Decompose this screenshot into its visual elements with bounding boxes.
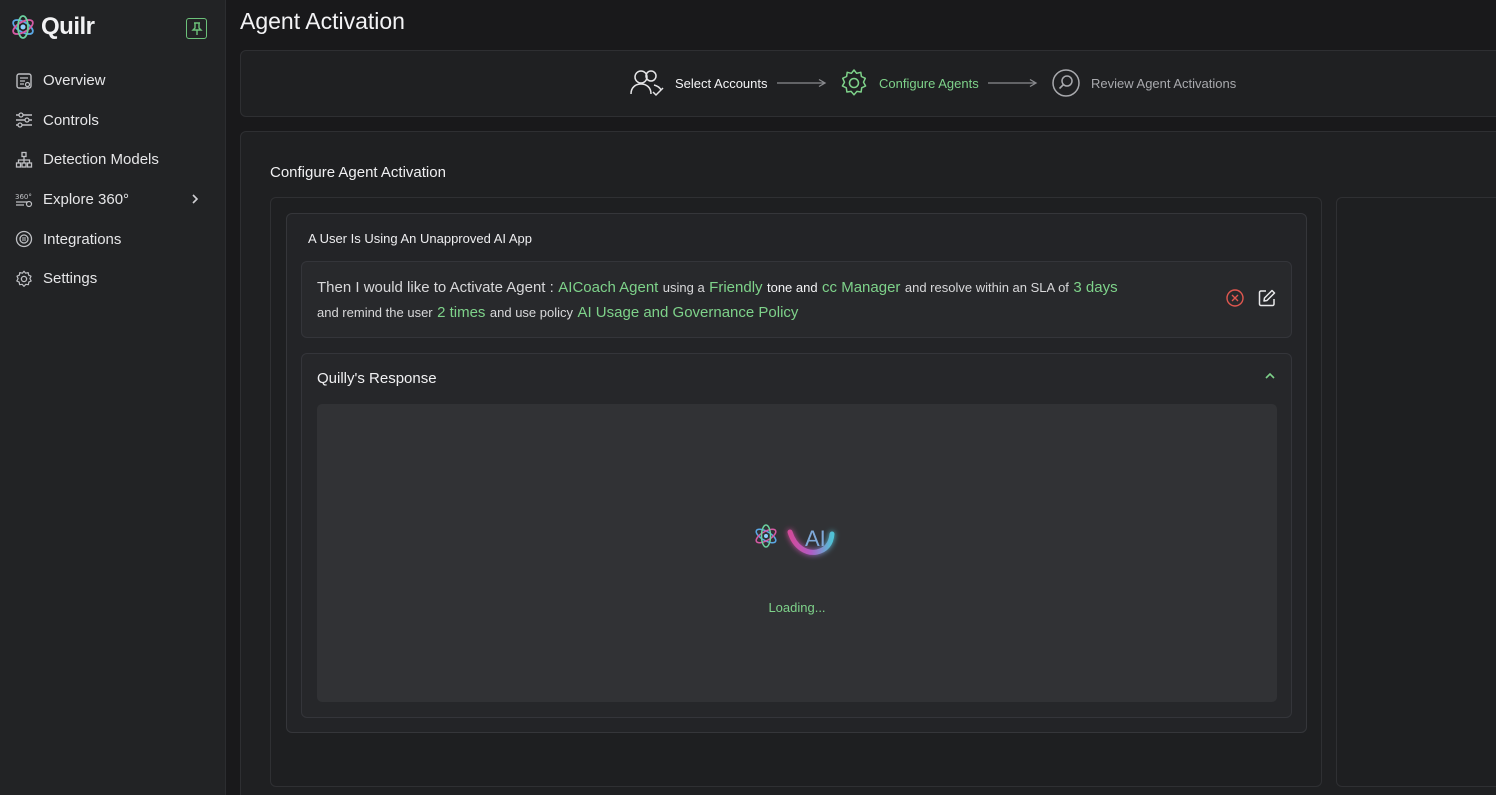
policy-value[interactable]: AI Usage and Governance Policy xyxy=(577,304,798,321)
ai-loader: AI xyxy=(751,516,851,576)
step-label: Review Agent Activations xyxy=(1091,75,1237,91)
app-name: Quilr xyxy=(41,13,95,40)
scenario-container: A User Is Using An Unapproved AI App The… xyxy=(270,197,1322,787)
overview-icon xyxy=(14,71,34,91)
sidebar-item-label: Overview xyxy=(43,72,106,90)
remind-value[interactable]: 2 times xyxy=(437,304,485,321)
sidebar-item-detection-models[interactable]: Detection Models xyxy=(0,140,226,180)
panel-title: Configure Agent Activation xyxy=(270,164,446,181)
sentence-text: using a xyxy=(662,280,705,295)
sidebar-item-label: Explore 360° xyxy=(43,191,130,209)
step-label: Select Accounts xyxy=(675,75,768,91)
edit-button[interactable] xyxy=(1257,288,1277,308)
loading-text: Loading... xyxy=(768,600,826,615)
sidebar-item-settings[interactable]: Settings xyxy=(0,259,226,299)
edit-icon xyxy=(1258,289,1276,307)
quilr-logo[interactable]: Quilr xyxy=(9,13,95,41)
response-body: AI Loading... xyxy=(317,404,1277,702)
quilly-ai-loader-icon: AI xyxy=(755,524,835,555)
sidebar-item-label: Integrations xyxy=(43,230,122,248)
configure-panel: Configure Agent Activation A User Is Usi… xyxy=(240,131,1496,795)
step-review-agent-activations[interactable]: Review Agent Activations xyxy=(1051,68,1236,98)
remove-button[interactable] xyxy=(1225,288,1245,308)
sidebar-item-explore-360[interactable]: 360° Explore 360° xyxy=(0,180,226,220)
side-card xyxy=(1336,197,1496,787)
agent-value[interactable]: AICoach Agent xyxy=(558,279,658,296)
chevron-right-icon[interactable] xyxy=(190,192,200,210)
sentence-text: and remind the user xyxy=(317,305,433,320)
response-title: Quilly's Response xyxy=(317,370,437,387)
gear-icon xyxy=(14,269,34,289)
sentence-text: tone and xyxy=(766,280,818,295)
collapse-button[interactable] xyxy=(1262,368,1278,384)
sliders-icon xyxy=(14,110,34,130)
hierarchy-icon xyxy=(14,150,34,170)
sidebar-item-label: Detection Models xyxy=(43,151,159,169)
sidebar-item-controls[interactable]: Controls xyxy=(0,101,226,141)
quilr-logo-icon xyxy=(12,15,34,39)
chevron-up-icon xyxy=(1265,372,1275,379)
sentence-text: and use policy xyxy=(489,305,574,320)
sidebar-item-label: Controls xyxy=(43,111,99,129)
quilly-response-card: Quilly's Response AI Loading... xyxy=(301,353,1292,718)
sla-value[interactable]: 3 days xyxy=(1073,279,1117,296)
pin-sidebar-button[interactable] xyxy=(186,18,207,39)
sidebar-nav: Overview Controls Detection Models 360° … xyxy=(0,61,226,299)
review-search-icon xyxy=(1052,69,1080,97)
step-configure-agents[interactable]: Configure Agents xyxy=(839,68,979,98)
sidebar: Quilr Overview Controls Detection Models xyxy=(0,0,226,795)
loader-ai-label: AI xyxy=(805,526,826,551)
page-title: Agent Activation xyxy=(240,8,405,34)
sidebar-item-overview[interactable]: Overview xyxy=(0,61,226,101)
gear-icon xyxy=(841,69,867,96)
scenario-card: A User Is Using An Unapproved AI App The… xyxy=(286,213,1307,733)
arrow-right-icon xyxy=(988,78,1038,88)
activation-stepper: Select Accounts Configure Agents Review … xyxy=(240,50,1496,117)
close-circle-icon xyxy=(1226,289,1244,307)
sidebar-item-integrations[interactable]: Integrations xyxy=(0,219,226,259)
users-check-icon xyxy=(630,70,664,97)
step-select-accounts[interactable]: Select Accounts xyxy=(629,68,768,98)
integrations-icon xyxy=(14,229,34,249)
svg-text:360°: 360° xyxy=(15,193,32,201)
step-label: Configure Agents xyxy=(879,75,979,91)
tone-value[interactable]: Friendly xyxy=(709,279,762,296)
pin-icon xyxy=(190,21,203,35)
scenario-title: A User Is Using An Unapproved AI App xyxy=(308,231,533,246)
arrow-right-icon xyxy=(777,78,827,88)
sentence-text: Then I would like to Activate Agent : xyxy=(317,279,554,296)
activation-sentence: Then I would like to Activate Agent : AI… xyxy=(317,275,1197,325)
activation-sentence-box: Then I would like to Activate Agent : AI… xyxy=(301,261,1292,338)
sidebar-item-label: Settings xyxy=(43,270,98,288)
cc-value[interactable]: cc Manager xyxy=(822,279,900,296)
explore-360-icon: 360° xyxy=(14,190,34,210)
sentence-text: and resolve within an SLA of xyxy=(904,280,1069,295)
